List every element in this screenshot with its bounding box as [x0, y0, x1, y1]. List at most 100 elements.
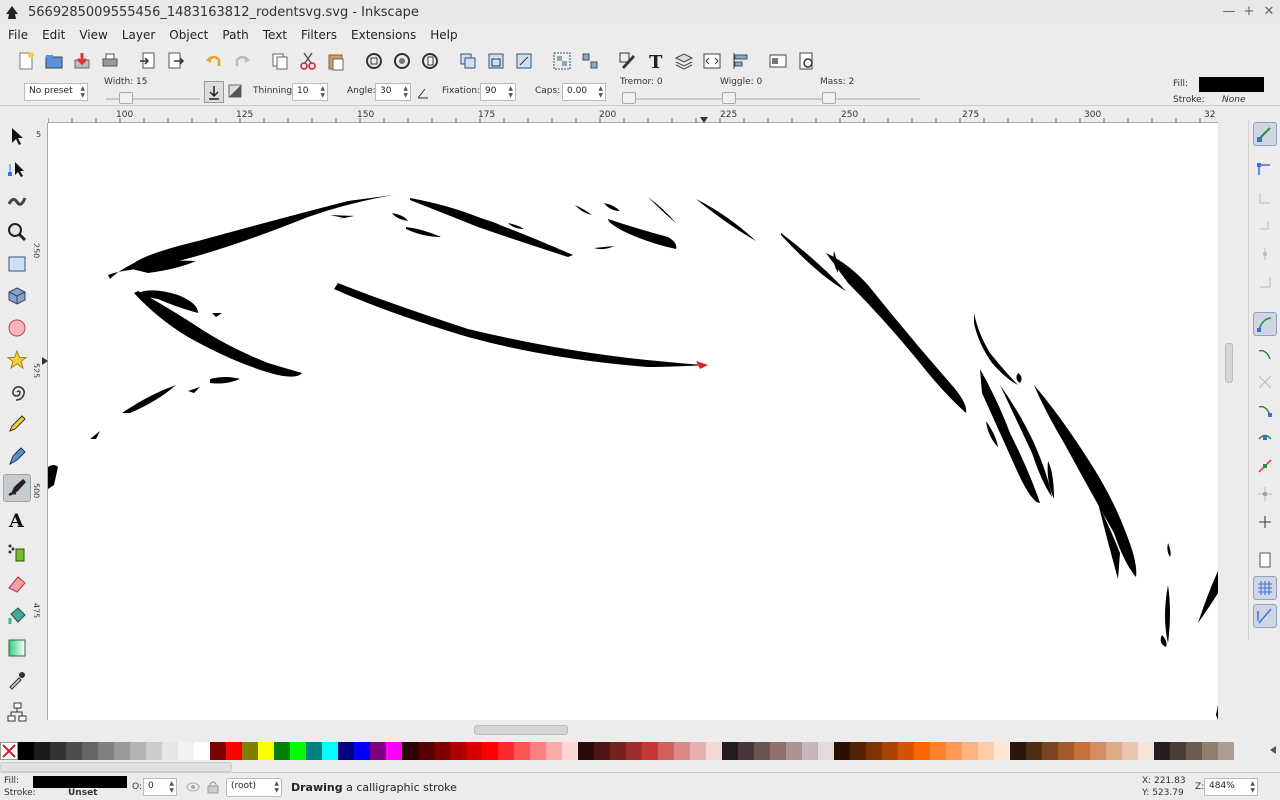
color-swatch[interactable] — [706, 742, 722, 760]
color-swatch[interactable] — [642, 742, 658, 760]
color-swatch[interactable] — [562, 742, 578, 760]
xml-editor-icon[interactable] — [698, 47, 726, 75]
color-swatch[interactable] — [482, 742, 498, 760]
dropper-icon[interactable] — [3, 666, 31, 694]
minimize-button[interactable]: — — [1220, 4, 1238, 19]
color-swatch[interactable] — [1122, 742, 1138, 760]
ungroup-icon[interactable] — [576, 47, 604, 75]
color-swatch[interactable] — [770, 742, 786, 760]
color-swatch[interactable] — [418, 742, 434, 760]
color-swatch[interactable] — [786, 742, 802, 760]
redo-icon[interactable] — [228, 47, 256, 75]
color-swatch[interactable] — [626, 742, 642, 760]
preset-select[interactable]: No preset ▲ ▼ — [24, 83, 88, 101]
color-swatch[interactable] — [50, 742, 66, 760]
color-swatch[interactable] — [82, 742, 98, 760]
node-icon[interactable] — [3, 154, 31, 182]
tilt-toggle[interactable] — [228, 84, 242, 98]
color-swatch[interactable] — [962, 742, 978, 760]
color-swatch[interactable] — [530, 742, 546, 760]
color-swatch[interactable] — [1058, 742, 1074, 760]
angle-icon[interactable] — [416, 86, 430, 100]
tremor-slider-knob[interactable] — [622, 92, 636, 104]
color-swatch[interactable] — [994, 742, 1010, 760]
color-swatch[interactable] — [1186, 742, 1202, 760]
close-button[interactable]: ✕ — [1260, 4, 1278, 19]
pencil-icon[interactable] — [3, 410, 31, 438]
color-swatch[interactable] — [34, 742, 50, 760]
color-swatch[interactable] — [850, 742, 866, 760]
maximize-button[interactable]: + — [1240, 4, 1258, 19]
vertical-ruler[interactable]: 5 250 525 500 475 — [32, 123, 48, 720]
spray-icon[interactable] — [3, 538, 31, 566]
undo-icon[interactable] — [200, 47, 228, 75]
color-swatch[interactable] — [738, 742, 754, 760]
group-icon[interactable] — [548, 47, 576, 75]
layer-select[interactable]: (root) ▲ ▼ — [226, 778, 282, 797]
color-swatch[interactable] — [194, 742, 210, 760]
color-swatch[interactable] — [290, 742, 306, 760]
color-swatch[interactable] — [146, 742, 162, 760]
color-swatch[interactable] — [1170, 742, 1186, 760]
color-swatch[interactable] — [946, 742, 962, 760]
color-swatch[interactable] — [1218, 742, 1234, 760]
snap-object-center-icon[interactable] — [1253, 482, 1277, 506]
color-swatch[interactable] — [1202, 742, 1218, 760]
color-swatch[interactable] — [434, 742, 450, 760]
visibility-icon[interactable] — [186, 781, 200, 793]
pen-icon[interactable] — [3, 442, 31, 470]
color-swatch[interactable] — [1154, 742, 1170, 760]
fill-stroke-icon[interactable] — [614, 47, 642, 75]
unlink-clone-icon[interactable] — [510, 47, 538, 75]
menu-text[interactable]: Text — [255, 28, 293, 42]
horizontal-scroll-thumb[interactable] — [474, 725, 568, 735]
color-swatch[interactable] — [338, 742, 354, 760]
color-swatch[interactable] — [674, 742, 690, 760]
color-swatch[interactable] — [498, 742, 514, 760]
color-swatch[interactable] — [354, 742, 370, 760]
snap-guides-icon[interactable] — [1253, 604, 1277, 628]
zoom-input[interactable]: 484% ▲ ▼ — [1204, 778, 1258, 796]
color-swatch[interactable] — [514, 742, 530, 760]
color-swatch[interactable] — [130, 742, 146, 760]
vertical-scrollbar[interactable] — [1222, 123, 1236, 720]
color-swatch[interactable] — [1026, 742, 1042, 760]
color-swatch[interactable] — [882, 742, 898, 760]
color-swatch[interactable] — [914, 742, 930, 760]
color-swatch[interactable] — [658, 742, 674, 760]
tweak-icon[interactable] — [3, 186, 31, 214]
color-swatch[interactable] — [690, 742, 706, 760]
color-swatch[interactable] — [66, 742, 82, 760]
clone-icon[interactable] — [482, 47, 510, 75]
color-swatch[interactable] — [834, 742, 850, 760]
wiggle-slider-knob[interactable] — [722, 92, 736, 104]
palette-menu-icon[interactable] — [1268, 744, 1278, 756]
snap-bbox-midpoints-icon[interactable] — [1253, 242, 1277, 266]
color-swatch[interactable] — [722, 742, 738, 760]
horizontal-ruler[interactable]: 100 125 150 175 200 225 250 275 300 32 — [47, 107, 1218, 123]
gradient-icon[interactable] — [3, 634, 31, 662]
star-icon[interactable] — [3, 346, 31, 374]
color-swatch[interactable] — [1138, 742, 1154, 760]
color-swatch[interactable] — [1010, 742, 1026, 760]
color-swatch[interactable] — [210, 742, 226, 760]
color-swatch[interactable] — [898, 742, 914, 760]
menu-extensions[interactable]: Extensions — [343, 28, 422, 42]
caps-input[interactable]: 0.00 ▲ ▼ — [562, 83, 606, 101]
ellipse-icon[interactable] — [3, 314, 31, 342]
opacity-input[interactable]: 0 ▲ ▼ — [143, 778, 177, 796]
snap-cusp-nodes-icon[interactable] — [1253, 398, 1277, 422]
color-swatch[interactable] — [162, 742, 178, 760]
zoom-selection-icon[interactable] — [360, 47, 388, 75]
width-slider-knob[interactable] — [119, 92, 134, 104]
color-swatch[interactable] — [866, 742, 882, 760]
drawing-canvas[interactable] — [48, 123, 1218, 720]
menu-filters[interactable]: Filters — [293, 28, 343, 42]
color-swatch[interactable] — [226, 742, 242, 760]
snap-bbox-corners-icon[interactable] — [1253, 214, 1277, 238]
color-swatch[interactable] — [802, 742, 818, 760]
snap-page-border-icon[interactable] — [1253, 548, 1277, 572]
save-icon[interactable] — [68, 47, 96, 75]
color-swatch[interactable] — [242, 742, 258, 760]
layers-icon[interactable] — [670, 47, 698, 75]
